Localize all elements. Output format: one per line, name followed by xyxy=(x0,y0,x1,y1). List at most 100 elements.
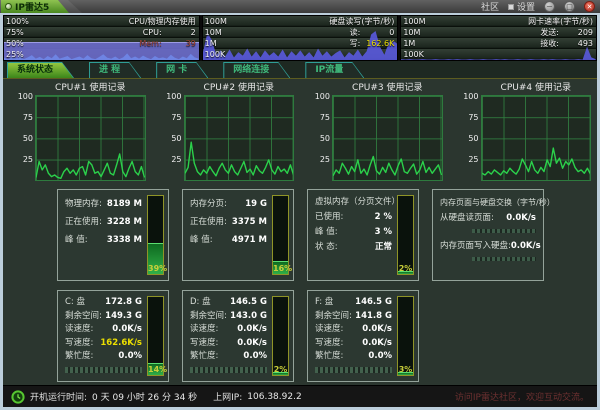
uptime-label: 开机运行时间: xyxy=(30,390,87,403)
disk-d-panel: D: 盘146.5 G 剩余空间:143.0 G 读速度:0.0K/s 写速度:… xyxy=(182,290,294,382)
memory-panels: 物理内存:8189 M 正在使用:3228 M 峰 值:3338 M 39% 内… xyxy=(3,189,597,281)
y-tick: 75 xyxy=(6,114,33,122)
physical-memory-gauge: 39% xyxy=(147,195,164,275)
uptime-value: 0 天 09 小时 26 分 34 秒 xyxy=(92,390,197,403)
y-tick: 25 xyxy=(155,156,182,164)
y-tick: 10M xyxy=(403,28,420,37)
titlebar: IP雷达5 社区 设置 － □ ✕ xyxy=(0,0,600,13)
virtual-memory-panel: 虚拟内存（分页文件） 已使用:2 % 峰 值:3 % 状 态:正常 2% xyxy=(307,189,419,281)
tab-network-card[interactable]: 网 卡 xyxy=(156,62,208,78)
window-frame: 100% 75% 50% 25% CPU/物理内存使用 CPU:2 Mem:39… xyxy=(0,13,600,410)
page-swap-title: 内存页面与硬盘交换（字节/秒） xyxy=(440,195,536,211)
cpu4-graph: CPU#4 使用记录 100 75 50 25 xyxy=(449,82,598,181)
mem-legend: Mem:39 xyxy=(139,39,195,48)
maximize-button[interactable]: □ xyxy=(564,1,575,12)
y-tick: 25 xyxy=(303,156,330,164)
page-swap-panel: 内存页面与硬盘交换（字节/秒） 从硬盘读页面:0.0K/s 内存页面写入硬盘:0… xyxy=(432,189,544,281)
cpu1-plot: 100 75 50 25 xyxy=(35,95,146,181)
y-tick: 25 xyxy=(452,156,479,164)
community-button[interactable]: 社区 xyxy=(481,0,499,13)
app-title: IP雷达5 xyxy=(15,0,49,13)
titlebar-actions: 社区 设置 － □ ✕ xyxy=(481,0,595,13)
cpu-legend: CPU:2 xyxy=(143,28,196,37)
tab-system-status[interactable]: 系统状态 xyxy=(7,62,74,78)
cpu1-graph: CPU#1 使用记录 100 75 50 25 xyxy=(3,82,152,181)
y-tick: 75 xyxy=(452,114,479,122)
tab-bar: 系统状态 进 程 网 卡 网络连接 IP流量 xyxy=(3,61,597,79)
cpu2-graph: CPU#2 使用记录 100 75 50 25 xyxy=(152,82,301,181)
y-tick: 100% xyxy=(6,17,29,26)
page-read-meter xyxy=(472,229,536,233)
app-icon xyxy=(5,3,12,10)
close-button[interactable]: ✕ xyxy=(584,1,595,12)
y-tick: 50 xyxy=(155,135,182,143)
y-tick: 1M xyxy=(205,39,217,48)
ip-value: 106.38.92.2 xyxy=(247,392,301,402)
tab-processes[interactable]: 进 程 xyxy=(89,62,141,78)
disk-d-activity-meter xyxy=(190,367,267,373)
cpu4-line xyxy=(482,96,591,180)
y-tick: 100 xyxy=(452,93,479,101)
y-tick: 10M xyxy=(205,28,222,37)
cpu2-plot: 100 75 50 25 xyxy=(184,95,295,181)
cpu4-plot: 100 75 50 25 xyxy=(481,95,592,181)
y-tick: 50 xyxy=(6,135,33,143)
disk-panels: C: 盘172.8 G 剩余空间:149.3 G 读速度:0.0K/s 写速度:… xyxy=(3,290,597,382)
y-tick: 100K xyxy=(205,50,226,59)
cpu-graphs-section: CPU#1 使用记录 100 75 50 25 CPU#2 使用记录 100 7… xyxy=(3,82,597,181)
chart-title: CPU/物理内存使用 xyxy=(129,17,196,26)
top-charts: 100% 75% 50% 25% CPU/物理内存使用 CPU:2 Mem:39… xyxy=(3,15,597,61)
y-tick: 50 xyxy=(303,135,330,143)
disk-c-panel: C: 盘172.8 G 剩余空间:149.3 G 读速度:0.0K/s 写速度:… xyxy=(57,290,169,382)
cpu3-plot: 100 75 50 25 xyxy=(332,95,443,181)
tab-ip-traffic[interactable]: IP流量 xyxy=(305,62,364,78)
disk-f-activity-meter xyxy=(315,367,392,373)
disk-write-legend: 写:162.6K xyxy=(350,39,395,48)
settings-button[interactable]: 设置 xyxy=(508,0,535,13)
cpu3-graph: CPU#3 使用记录 100 75 50 25 xyxy=(300,82,449,181)
minimize-button[interactable]: － xyxy=(544,1,555,12)
y-tick: 100M xyxy=(205,17,227,26)
memory-paging-panel: 内存分页:19 G 正在使用:3375 M 峰 值:4971 M 16% xyxy=(182,189,294,281)
y-tick: 1M xyxy=(403,39,415,48)
cpu2-line xyxy=(185,96,294,180)
page-write-meter xyxy=(472,257,536,261)
app-logo-tab: IP雷达5 xyxy=(1,0,69,13)
net-send-legend: 发送:209 xyxy=(540,28,593,37)
disk-c-write-value: 162.6K/s xyxy=(100,337,142,351)
disk-d-gauge: 2% xyxy=(272,296,289,376)
virtual-memory-gauge: 2% xyxy=(397,195,414,275)
cpu1-line xyxy=(36,96,145,180)
y-tick: 50% xyxy=(6,39,24,48)
app-window: IP雷达5 社区 设置 － □ ✕ 100% 75% 50% 25% CPU/物… xyxy=(0,0,600,410)
y-tick: 25 xyxy=(6,156,33,164)
disk-c-activity-meter xyxy=(65,367,142,373)
y-tick: 75% xyxy=(6,28,24,37)
status-bar: 开机运行时间: 0 天 09 小时 26 分 34 秒 上网IP: 106.38… xyxy=(3,385,597,407)
disk-f-gauge: 3% xyxy=(397,296,414,376)
cpu-memory-strip-chart: 100% 75% 50% 25% CPU/物理内存使用 CPU:2 Mem:39 xyxy=(3,15,200,61)
y-tick: 100 xyxy=(155,93,182,101)
disk-io-strip-chart: 100M 10M 1M 100K 硬盘读写(字节/秒) 读:0 写:162.6K xyxy=(202,15,399,61)
settings-label: 设置 xyxy=(517,0,535,13)
memory-paging-gauge: 16% xyxy=(272,195,289,275)
net-recv-legend: 接收:493 xyxy=(540,39,593,48)
chart-title: 网卡速率(字节/秒) xyxy=(528,17,593,26)
y-tick: 75 xyxy=(155,114,182,122)
tab-network-connections[interactable]: 网络连接 xyxy=(223,62,290,78)
y-tick: 75 xyxy=(303,114,330,122)
community-notice: 访问IP雷达社区，欢迎互动交流。 xyxy=(455,390,589,403)
physical-memory-panel: 物理内存:8189 M 正在使用:3228 M 峰 值:3338 M 39% xyxy=(57,189,169,281)
disk-f-panel: F: 盘146.5 G 剩余空间:141.8 G 读速度:0.0K/s 写速度:… xyxy=(307,290,419,382)
y-tick: 100 xyxy=(6,93,33,101)
virtual-memory-title: 虚拟内存（分页文件） xyxy=(315,195,392,210)
uptime-clock-icon xyxy=(11,390,25,404)
network-strip-chart: 100M 10M 1M 100K 网卡速率(字节/秒) 发送:209 接收:49… xyxy=(400,15,597,61)
y-tick: 100 xyxy=(303,93,330,101)
ip-label: 上网IP: xyxy=(213,390,242,403)
chart-title: 硬盘读写(字节/秒) xyxy=(329,17,394,26)
y-tick: 50 xyxy=(452,135,479,143)
cpu3-line xyxy=(333,96,442,180)
settings-icon xyxy=(508,4,514,10)
disk-c-gauge: 14% xyxy=(147,296,164,376)
